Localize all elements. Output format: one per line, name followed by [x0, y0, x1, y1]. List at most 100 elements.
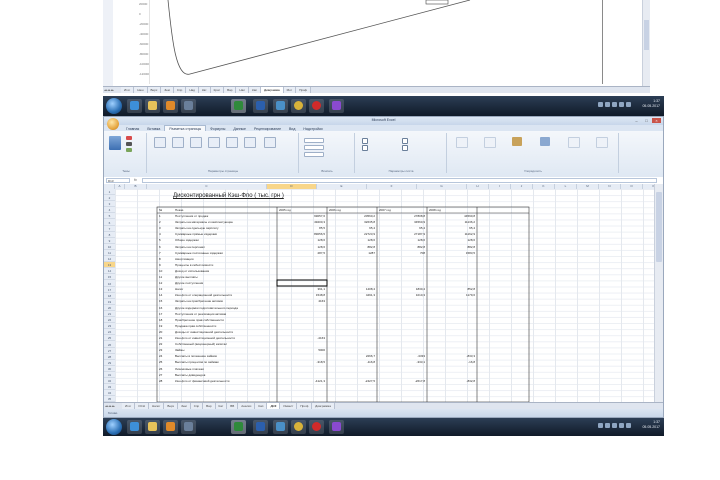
- value-cell[interactable]: [429, 335, 475, 341]
- value-cell[interactable]: 99057,6: [279, 213, 325, 219]
- value-cell[interactable]: 20560,2: [329, 213, 375, 219]
- value-cell[interactable]: 287,5: [279, 250, 325, 256]
- value-cell[interactable]: [429, 298, 475, 304]
- value-cell[interactable]: [379, 366, 425, 372]
- value-cell[interactable]: [379, 323, 425, 329]
- value-cell[interactable]: 11136,2: [429, 219, 475, 225]
- row-label[interactable]: Собственный (акционерный) капитал: [175, 341, 275, 347]
- value-cell[interactable]: [329, 268, 375, 274]
- value-cell[interactable]: [429, 317, 475, 323]
- value-cell[interactable]: [329, 329, 375, 335]
- value-cell[interactable]: 882,8: [329, 244, 375, 250]
- value-cell[interactable]: [329, 341, 375, 347]
- value-cell[interactable]: 95,4: [379, 225, 425, 231]
- tab-nav-icons[interactable]: ◂◂ ◂ ▸ ▸▸: [105, 404, 115, 408]
- headings-print-checkbox[interactable]: [402, 145, 408, 151]
- cell-grid[interactable]: Дисконтированный Кэш-Фло ( тыс. грн ) № …: [115, 189, 655, 402]
- value-cell[interactable]: [329, 274, 375, 280]
- value-cell[interactable]: [279, 256, 325, 262]
- value-cell[interactable]: [379, 305, 425, 311]
- app-icon[interactable]: [329, 420, 344, 434]
- office-button[interactable]: [107, 118, 119, 130]
- value-cell[interactable]: [279, 341, 325, 347]
- value-cell[interactable]: [379, 268, 425, 274]
- word-icon[interactable]: [253, 99, 268, 113]
- value-cell[interactable]: 27187,9: [379, 231, 425, 237]
- vertical-scrollbar[interactable]: [654, 184, 663, 402]
- value-cell[interactable]: 34560,9: [379, 219, 425, 225]
- folder-icon[interactable]: [145, 99, 160, 113]
- value-cell[interactable]: [329, 256, 375, 262]
- media-player-icon[interactable]: [163, 420, 178, 434]
- row-label[interactable]: Затраты на персонал: [175, 244, 275, 250]
- row-label[interactable]: Поступления от продаж: [175, 213, 275, 219]
- value-cell[interactable]: [429, 311, 475, 317]
- tray-icons[interactable]: [598, 423, 638, 429]
- value-cell[interactable]: [429, 372, 475, 378]
- clock[interactable]: 1:37 05.05.2017: [642, 99, 660, 109]
- value-cell[interactable]: 128,6: [329, 237, 375, 243]
- sheet-tab[interactable]: Спр: [173, 87, 187, 93]
- value-cell[interactable]: [329, 262, 375, 268]
- value-cell[interactable]: 128,6: [429, 237, 475, 243]
- value-cell[interactable]: -318,5: [279, 359, 325, 365]
- value-cell[interactable]: [379, 335, 425, 341]
- value-cell[interactable]: [429, 366, 475, 372]
- sheet-tab[interactable]: Верх: [147, 87, 162, 93]
- value-cell[interactable]: [429, 262, 475, 268]
- value-cell[interactable]: 22723,9: [329, 231, 375, 237]
- value-cell[interactable]: [279, 366, 325, 372]
- minimize-button[interactable]: –: [632, 118, 641, 123]
- row-label[interactable]: Налог: [175, 286, 275, 292]
- group-icon[interactable]: [568, 137, 580, 148]
- value-cell[interactable]: [379, 372, 425, 378]
- sheet-tab[interactable]: Мот: [283, 87, 297, 93]
- value-cell[interactable]: 1583,5: [429, 250, 475, 256]
- value-cell[interactable]: 1548,8: [279, 292, 325, 298]
- row-label[interactable]: Амортизация: [175, 256, 275, 262]
- value-cell[interactable]: [379, 311, 425, 317]
- value-cell[interactable]: [279, 262, 325, 268]
- clock[interactable]: 1:37 05.05.2017: [642, 420, 660, 430]
- value-cell[interactable]: -16,8: [429, 359, 475, 365]
- value-cell[interactable]: -4163: [279, 335, 325, 341]
- value-cell[interactable]: 1287: [329, 250, 375, 256]
- row-label[interactable]: Кэш-фло от инвестиционной деятельности: [175, 335, 275, 341]
- word-icon[interactable]: [253, 420, 268, 434]
- sheet-tab[interactable]: Нал: [236, 87, 250, 93]
- row-label[interactable]: Кэш-фло от финансовой деятельности: [175, 378, 275, 384]
- value-cell[interactable]: [379, 329, 425, 335]
- scale-input[interactable]: [304, 152, 324, 157]
- row-label[interactable]: Лизинговые платежи: [175, 366, 275, 372]
- ie-icon[interactable]: [127, 420, 142, 434]
- maximize-button[interactable]: □: [642, 118, 651, 123]
- row-label[interactable]: Приобретение прав собственности: [175, 317, 275, 323]
- themes-icon[interactable]: [109, 136, 121, 150]
- bring-forward-icon[interactable]: [456, 137, 468, 148]
- rotate-icon[interactable]: [596, 137, 608, 148]
- excel-icon[interactable]: [231, 420, 246, 434]
- sheet-tab[interactable]: Кат: [198, 87, 211, 93]
- start-button[interactable]: [106, 419, 122, 435]
- value-cell[interactable]: [379, 317, 425, 323]
- sheet-tab[interactable]: Кап: [249, 87, 262, 93]
- orientation-icon[interactable]: [172, 137, 184, 148]
- value-cell[interactable]: [429, 323, 475, 329]
- opera-icon[interactable]: [309, 99, 324, 113]
- row-label[interactable]: Другие поступления: [175, 280, 275, 286]
- value-cell[interactable]: [429, 256, 475, 262]
- row-label[interactable]: Займы: [175, 347, 275, 353]
- tab-nav-icons[interactable]: ◂◂ ◂ ▸ ▸▸: [104, 88, 114, 92]
- value-cell[interactable]: -3333: [379, 353, 425, 359]
- value-cell[interactable]: [379, 280, 425, 286]
- value-cell[interactable]: 852,8: [429, 286, 475, 292]
- row-label[interactable]: Суммарные постоянные издержки: [175, 250, 275, 256]
- value-cell[interactable]: -116,8: [329, 359, 375, 365]
- value-cell[interactable]: 128,6: [279, 244, 325, 250]
- value-cell[interactable]: -2427,5: [329, 378, 375, 384]
- value-cell[interactable]: 2266,7: [329, 353, 375, 359]
- row-label[interactable]: Поступления от реализации активов: [175, 311, 275, 317]
- formula-input[interactable]: [142, 178, 657, 183]
- value-cell[interactable]: -4121,3: [279, 378, 325, 384]
- value-cell[interactable]: [279, 274, 325, 280]
